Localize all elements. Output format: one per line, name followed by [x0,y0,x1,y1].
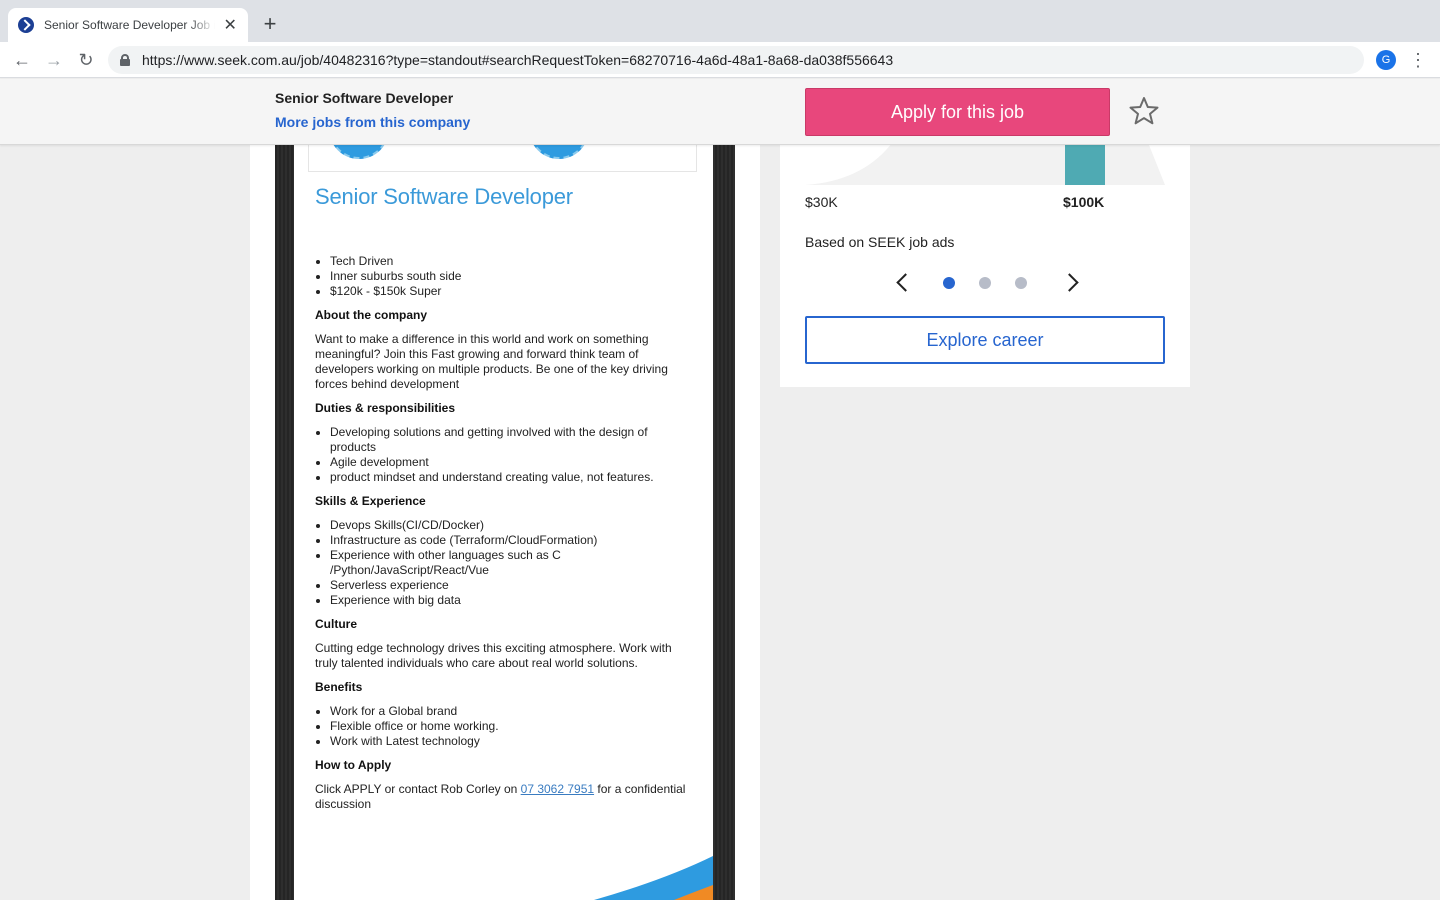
list-item: Tech Driven [330,254,695,269]
lock-icon[interactable] [120,54,130,66]
carousel-dot-1[interactable] [943,277,955,289]
salary-source-text: Based on SEEK job ads [805,234,955,250]
profile-avatar[interactable]: G [1376,50,1396,70]
culture-text: Cutting edge technology drives this exci… [315,641,672,670]
benefits-heading: Benefits [315,680,363,694]
list-item: Work with Latest technology [330,734,695,749]
how-to-apply-heading: How to Apply [315,758,392,772]
reload-button[interactable]: ↻ [74,48,98,72]
about-text: Want to make a difference in this world … [315,332,668,391]
duties-heading: Duties & responsibilities [315,401,456,415]
benefits-list: Work for a Global brand Flexible office … [330,704,695,749]
sticky-apply-header: Senior Software Developer More jobs from… [0,79,1440,145]
how-to-apply-text: Click APPLY or contact Rob Corley on 07 … [315,782,695,812]
save-job-star-icon[interactable] [1128,95,1160,127]
list-item: Work for a Global brand [330,704,695,719]
job-ad-body: Senior Software Developer Tech Driven In… [294,79,713,900]
about-heading: About the company [315,308,428,322]
duties-list: Developing solutions and getting involve… [330,425,695,485]
highlights-list: Tech Driven Inner suburbs south side $12… [330,254,695,299]
culture-heading: Culture [315,617,357,631]
list-item: Experience with other languages such as … [330,548,695,578]
apply-text-before: Click APPLY or contact Rob Corley on [315,782,521,796]
ad-job-title: Senior Software Developer [315,184,573,209]
chevron-right-icon[interactable] [1061,271,1081,295]
list-item: Flexible office or home working. [330,719,695,734]
skills-heading: Skills & Experience [315,494,426,508]
forward-button[interactable]: → [42,48,66,72]
skills-list: Devops Skills(CI/CD/Docker) Infrastructu… [330,518,695,608]
list-item: Serverless experience [330,578,695,593]
more-jobs-link[interactable]: More jobs from this company [275,114,470,130]
phone-link[interactable]: 07 3062 7951 [521,782,594,796]
browser-tab-strip: Senior Software Developer Job in ✕ + [0,0,1440,42]
address-bar[interactable]: https://www.seek.com.au/job/40482316?typ… [108,46,1364,74]
seek-favicon-icon [18,17,34,33]
explore-career-button[interactable]: Explore career [805,316,1165,364]
chevron-left-icon[interactable] [893,271,913,295]
url-text[interactable]: https://www.seek.com.au/job/40482316?typ… [142,52,893,68]
list-item: Devops Skills(CI/CD/Docker) [330,518,695,533]
sticky-job-title: Senior Software Developer [275,90,454,106]
carousel-dot-2[interactable] [979,277,991,289]
ad-footer-wave [594,856,713,900]
close-tab-icon[interactable]: ✕ [223,15,239,35]
salary-high-label: $100K [1063,194,1105,210]
list-item: Agile development [330,455,695,470]
list-item: Developing solutions and getting involve… [330,425,695,455]
salary-low-label: $30K [805,194,838,210]
list-item: Experience with big data [330,593,695,608]
tab-title: Senior Software Developer Job in [44,18,215,32]
ad-text: Senior Software Developer Tech Driven In… [315,184,695,821]
list-item: Inner suburbs south side [330,269,695,284]
new-tab-button[interactable]: + [258,12,282,36]
list-item: product mindset and understand creating … [330,470,695,485]
page-content: Senior Software Developer Tech Driven In… [0,79,1440,900]
list-item: Infrastructure as code (Terraform/CloudF… [330,533,695,548]
carousel-dot-3[interactable] [1015,277,1027,289]
list-item: $120k - $150k Super [330,284,695,299]
browser-toolbar: ← → ↻ https://www.seek.com.au/job/404823… [0,42,1440,78]
back-button[interactable]: ← [10,48,34,72]
apply-button[interactable]: Apply for this job [805,88,1110,136]
browser-menu-icon[interactable]: ⋮ [1408,48,1428,72]
browser-tab[interactable]: Senior Software Developer Job in ✕ [8,8,248,42]
